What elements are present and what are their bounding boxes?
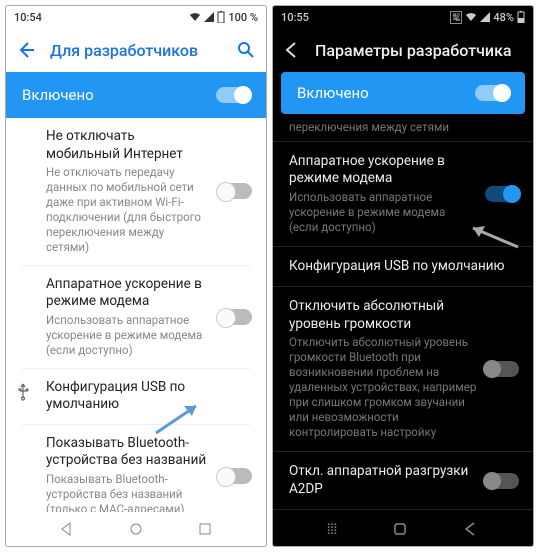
battery-icon xyxy=(517,11,525,23)
toggle[interactable] xyxy=(218,183,252,199)
settings-list[interactable]: переключения между сетями Аппаратное уск… xyxy=(273,114,533,512)
battery-icon xyxy=(217,11,225,23)
enabled-bar[interactable]: Включено xyxy=(6,72,266,118)
signal-icon xyxy=(480,12,490,22)
status-bar: 10:55 髦 48% xyxy=(273,6,533,28)
nav-home-icon[interactable] xyxy=(128,521,144,537)
app-bar: Для разработчиков xyxy=(6,28,266,72)
enabled-label: Включено xyxy=(297,84,369,102)
toggle[interactable] xyxy=(218,468,252,484)
enabled-toggle[interactable] xyxy=(216,87,250,103)
nav-back-icon[interactable] xyxy=(463,521,479,537)
item-title: Не отключать мобильный Интернет xyxy=(46,128,250,163)
item-subtitle: Использовать аппаратное ускорение в режи… xyxy=(289,190,517,235)
page-title: Для разработчиков xyxy=(50,41,222,60)
nav-recent-icon[interactable]: ⦙⦙⦙ xyxy=(327,520,337,538)
item-abs-volume[interactable]: Отключить абсолютный уровень громкости О… xyxy=(273,287,533,451)
signal-icon xyxy=(204,12,214,22)
nav-recent-icon[interactable] xyxy=(197,521,213,537)
battery-text: 48% xyxy=(493,11,514,24)
page-title: Параметры разработчика xyxy=(315,41,523,60)
nav-bar xyxy=(6,512,266,546)
toggle[interactable] xyxy=(485,186,519,202)
item-title: Конфигурация USB по умолчанию xyxy=(289,258,517,276)
item-title: Аппаратное ускорение в режиме модема xyxy=(289,153,517,188)
toggle[interactable] xyxy=(485,361,519,377)
nav-bar: ⦙⦙⦙ xyxy=(273,512,533,546)
item-title: Аппаратное ускорение в режиме модема xyxy=(46,276,250,311)
wifi-icon xyxy=(465,12,477,22)
item-title: Конфигурация USB по умолчанию xyxy=(46,379,250,414)
item-cutoff: переключения между сетями xyxy=(273,114,533,141)
phone-light: 10:54 100 % Для разработчиков Включено Н… xyxy=(5,5,267,547)
usb-icon xyxy=(16,383,30,401)
item-bt-noname[interactable]: Показывать Bluetooth-устройства без назв… xyxy=(6,425,266,512)
status-time: 10:55 xyxy=(281,11,309,24)
toggle[interactable] xyxy=(485,473,519,489)
nav-home-icon[interactable] xyxy=(391,520,409,538)
status-time: 10:54 xyxy=(14,11,42,24)
phone-dark: 10:55 髦 48% Параметры разработчика Включ… xyxy=(272,5,534,547)
item-title: Показывать Bluetooth-устройства без назв… xyxy=(46,435,250,470)
app-bar: Параметры разработчика xyxy=(273,28,533,72)
back-icon[interactable] xyxy=(16,40,36,60)
search-icon[interactable] xyxy=(236,40,256,60)
nav-back-icon[interactable] xyxy=(59,521,75,537)
item-subtitle: Не отключать передачу данных по мобильно… xyxy=(46,165,250,255)
enabled-toggle[interactable] xyxy=(475,85,509,101)
back-icon[interactable] xyxy=(283,41,301,59)
item-hw-tethering[interactable]: Аппаратное ускорение в режиме модема Исп… xyxy=(6,266,266,368)
enabled-bar[interactable]: Включено xyxy=(281,72,525,114)
item-title: Отключить абсолютный уровень громкости xyxy=(289,298,517,333)
item-subtitle: Отключить абсолютный уровень громкости B… xyxy=(289,335,517,440)
item-usb-config[interactable]: Конфигурация USB по умолчанию xyxy=(273,247,533,287)
toggle[interactable] xyxy=(218,309,252,325)
volte-icon: 髦 xyxy=(450,11,462,24)
settings-list[interactable]: Не отключать мобильный Интернет Не отклю… xyxy=(6,118,266,512)
item-hw-tethering[interactable]: Аппаратное ускорение в режиме модема Исп… xyxy=(273,142,533,246)
item-usb-config[interactable]: Конфигурация USB по умолчанию xyxy=(6,369,266,424)
status-bar: 10:54 100 % xyxy=(6,6,266,28)
wifi-icon xyxy=(189,12,201,22)
item-avrcp[interactable]: Версия Bluetooth AVRCP AVRCP 1.4 (по умо… xyxy=(273,510,533,512)
item-a2dp-offload[interactable]: Откл. аппаратной разгрузки A2DP xyxy=(273,452,533,509)
enabled-label: Включено xyxy=(22,86,94,104)
battery-text: 100 % xyxy=(228,11,258,24)
item-mobile-data[interactable]: Не отключать мобильный Интернет Не отклю… xyxy=(6,118,266,265)
